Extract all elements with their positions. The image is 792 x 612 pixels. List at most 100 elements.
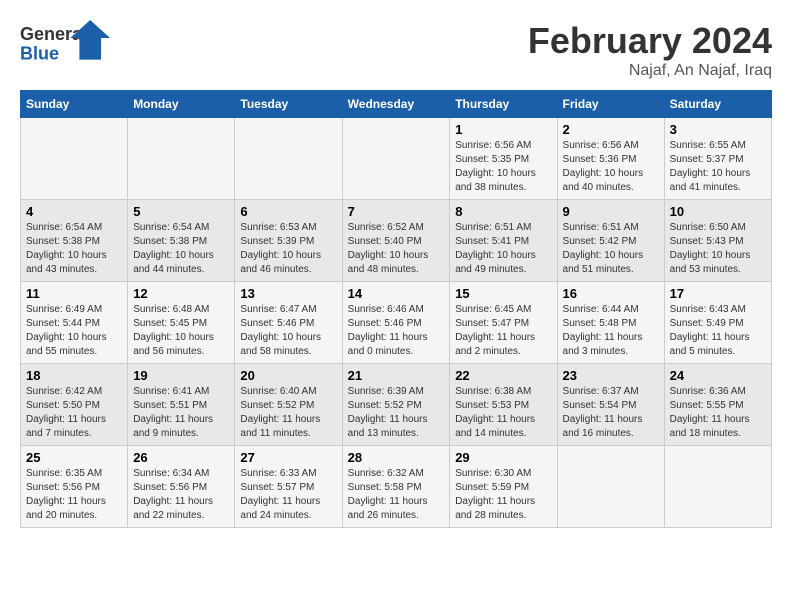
- day-info: Sunrise: 6:46 AM Sunset: 5:46 PM Dayligh…: [348, 303, 445, 359]
- calendar-cell: 24 Sunrise: 6:36 AM Sunset: 5:55 PM Dayli…: [664, 364, 771, 446]
- day-info: Sunrise: 6:56 AM Sunset: 5:36 PM Dayligh…: [563, 139, 659, 195]
- calendar-cell: 8 Sunrise: 6:51 AM Sunset: 5:41 PM Daylig…: [450, 200, 557, 282]
- day-number: 21: [348, 368, 445, 383]
- day-number: 22: [455, 368, 551, 383]
- weekday-header: Thursday: [450, 91, 557, 118]
- day-info: Sunrise: 6:55 AM Sunset: 5:37 PM Dayligh…: [670, 139, 766, 195]
- day-info: Sunrise: 6:30 AM Sunset: 5:59 PM Dayligh…: [455, 467, 551, 523]
- day-info: Sunrise: 6:32 AM Sunset: 5:58 PM Dayligh…: [348, 467, 445, 523]
- weekday-header: Monday: [128, 91, 235, 118]
- day-info: Sunrise: 6:53 AM Sunset: 5:39 PM Dayligh…: [240, 221, 336, 277]
- calendar-cell: 11 Sunrise: 6:49 AM Sunset: 5:44 PM Dayli…: [21, 282, 128, 364]
- calendar-cell: [128, 118, 235, 200]
- day-number: 28: [348, 450, 445, 465]
- day-number: 7: [348, 204, 445, 219]
- calendar-cell: 23 Sunrise: 6:37 AM Sunset: 5:54 PM Dayli…: [557, 364, 664, 446]
- page-header: GeneralBlue February 2024 Najaf, An Naja…: [20, 20, 772, 80]
- day-info: Sunrise: 6:54 AM Sunset: 5:38 PM Dayligh…: [133, 221, 229, 277]
- calendar-cell: 16Sunrise: 6:44 AM Sunset: 5:48 PM Dayli…: [557, 282, 664, 364]
- calendar-cell: 10Sunrise: 6:50 AM Sunset: 5:43 PM Dayli…: [664, 200, 771, 282]
- day-number: 27: [240, 450, 336, 465]
- day-info: Sunrise: 6:43 AM Sunset: 5:49 PM Dayligh…: [670, 303, 766, 359]
- day-number: 8: [455, 204, 551, 219]
- calendar-cell: 29 Sunrise: 6:30 AM Sunset: 5:59 PM Dayli…: [450, 446, 557, 528]
- calendar-week-row: 18Sunrise: 6:42 AM Sunset: 5:50 PM Dayli…: [21, 364, 772, 446]
- day-info: Sunrise: 6:33 AM Sunset: 5:57 PM Dayligh…: [240, 467, 336, 523]
- calendar-header-row: SundayMondayTuesdayWednesdayThursdayFrid…: [21, 91, 772, 118]
- day-number: 23: [563, 368, 659, 383]
- calendar-cell: 27 Sunrise: 6:33 AM Sunset: 5:57 PM Dayli…: [235, 446, 342, 528]
- calendar-body: 1 Sunrise: 6:56 AM Sunset: 5:35 PM Daylig…: [21, 118, 772, 528]
- calendar-cell: 21Sunrise: 6:39 AM Sunset: 5:52 PM Dayli…: [342, 364, 450, 446]
- calendar-week-row: 4 Sunrise: 6:54 AM Sunset: 5:38 PM Daylig…: [21, 200, 772, 282]
- calendar-cell: 6 Sunrise: 6:53 AM Sunset: 5:39 PM Daylig…: [235, 200, 342, 282]
- calendar-week-row: 11 Sunrise: 6:49 AM Sunset: 5:44 PM Dayli…: [21, 282, 772, 364]
- svg-text:Blue: Blue: [20, 44, 59, 64]
- calendar-cell: 13 Sunrise: 6:47 AM Sunset: 5:46 PM Dayli…: [235, 282, 342, 364]
- day-number: 29: [455, 450, 551, 465]
- day-number: 15: [455, 286, 551, 301]
- calendar-cell: 12 Sunrise: 6:48 AM Sunset: 5:45 PM Dayli…: [128, 282, 235, 364]
- weekday-header: Wednesday: [342, 91, 450, 118]
- calendar-cell: 1 Sunrise: 6:56 AM Sunset: 5:35 PM Daylig…: [450, 118, 557, 200]
- day-number: 25: [26, 450, 122, 465]
- day-number: 19: [133, 368, 229, 383]
- main-title: February 2024: [528, 20, 772, 62]
- day-number: 4: [26, 204, 122, 219]
- calendar-cell: 19 Sunrise: 6:41 AM Sunset: 5:51 PM Dayli…: [128, 364, 235, 446]
- calendar-cell: 9Sunrise: 6:51 AM Sunset: 5:42 PM Daylig…: [557, 200, 664, 282]
- day-number: 1: [455, 122, 551, 137]
- weekday-header: Sunday: [21, 91, 128, 118]
- day-info: Sunrise: 6:41 AM Sunset: 5:51 PM Dayligh…: [133, 385, 229, 441]
- day-info: Sunrise: 6:45 AM Sunset: 5:47 PM Dayligh…: [455, 303, 551, 359]
- day-info: Sunrise: 6:34 AM Sunset: 5:56 PM Dayligh…: [133, 467, 229, 523]
- calendar-cell: 20Sunrise: 6:40 AM Sunset: 5:52 PM Dayli…: [235, 364, 342, 446]
- day-number: 17: [670, 286, 766, 301]
- calendar-cell: [664, 446, 771, 528]
- day-number: 14: [348, 286, 445, 301]
- day-info: Sunrise: 6:36 AM Sunset: 5:55 PM Dayligh…: [670, 385, 766, 441]
- day-info: Sunrise: 6:49 AM Sunset: 5:44 PM Dayligh…: [26, 303, 122, 359]
- calendar-cell: 7 Sunrise: 6:52 AM Sunset: 5:40 PM Daylig…: [342, 200, 450, 282]
- calendar-cell: [21, 118, 128, 200]
- day-number: 2: [563, 122, 659, 137]
- day-info: Sunrise: 6:51 AM Sunset: 5:41 PM Dayligh…: [455, 221, 551, 277]
- calendar-cell: [557, 446, 664, 528]
- day-number: 6: [240, 204, 336, 219]
- day-info: Sunrise: 6:38 AM Sunset: 5:53 PM Dayligh…: [455, 385, 551, 441]
- day-info: Sunrise: 6:47 AM Sunset: 5:46 PM Dayligh…: [240, 303, 336, 359]
- calendar-cell: 4Sunrise: 6:54 AM Sunset: 5:38 PM Daylig…: [21, 200, 128, 282]
- subtitle: Najaf, An Najaf, Iraq: [528, 62, 772, 80]
- calendar-week-row: 25 Sunrise: 6:35 AM Sunset: 5:56 PM Dayli…: [21, 446, 772, 528]
- day-info: Sunrise: 6:42 AM Sunset: 5:50 PM Dayligh…: [26, 385, 122, 441]
- calendar-cell: 5 Sunrise: 6:54 AM Sunset: 5:38 PM Daylig…: [128, 200, 235, 282]
- calendar-cell: 3Sunrise: 6:55 AM Sunset: 5:37 PM Daylig…: [664, 118, 771, 200]
- calendar-cell: 18Sunrise: 6:42 AM Sunset: 5:50 PM Dayli…: [21, 364, 128, 446]
- weekday-header: Saturday: [664, 91, 771, 118]
- day-info: Sunrise: 6:44 AM Sunset: 5:48 PM Dayligh…: [563, 303, 659, 359]
- calendar-cell: [342, 118, 450, 200]
- day-info: Sunrise: 6:40 AM Sunset: 5:52 PM Dayligh…: [240, 385, 336, 441]
- day-number: 5: [133, 204, 229, 219]
- day-info: Sunrise: 6:52 AM Sunset: 5:40 PM Dayligh…: [348, 221, 445, 277]
- day-info: Sunrise: 6:50 AM Sunset: 5:43 PM Dayligh…: [670, 221, 766, 277]
- calendar-cell: 14 Sunrise: 6:46 AM Sunset: 5:46 PM Dayli…: [342, 282, 450, 364]
- weekday-header: Tuesday: [235, 91, 342, 118]
- day-number: 12: [133, 286, 229, 301]
- day-number: 11: [26, 286, 122, 301]
- title-section: February 2024 Najaf, An Najaf, Iraq: [528, 20, 772, 80]
- day-info: Sunrise: 6:35 AM Sunset: 5:56 PM Dayligh…: [26, 467, 122, 523]
- calendar-week-row: 1 Sunrise: 6:56 AM Sunset: 5:35 PM Daylig…: [21, 118, 772, 200]
- day-info: Sunrise: 6:51 AM Sunset: 5:42 PM Dayligh…: [563, 221, 659, 277]
- day-number: 13: [240, 286, 336, 301]
- day-info: Sunrise: 6:56 AM Sunset: 5:35 PM Dayligh…: [455, 139, 551, 195]
- calendar-cell: 15 Sunrise: 6:45 AM Sunset: 5:47 PM Dayli…: [450, 282, 557, 364]
- calendar-cell: 28 Sunrise: 6:32 AM Sunset: 5:58 PM Dayli…: [342, 446, 450, 528]
- day-number: 24: [670, 368, 766, 383]
- calendar-cell: 22 Sunrise: 6:38 AM Sunset: 5:53 PM Dayli…: [450, 364, 557, 446]
- weekday-header: Friday: [557, 91, 664, 118]
- day-number: 26: [133, 450, 229, 465]
- day-info: Sunrise: 6:37 AM Sunset: 5:54 PM Dayligh…: [563, 385, 659, 441]
- day-info: Sunrise: 6:48 AM Sunset: 5:45 PM Dayligh…: [133, 303, 229, 359]
- calendar-cell: [235, 118, 342, 200]
